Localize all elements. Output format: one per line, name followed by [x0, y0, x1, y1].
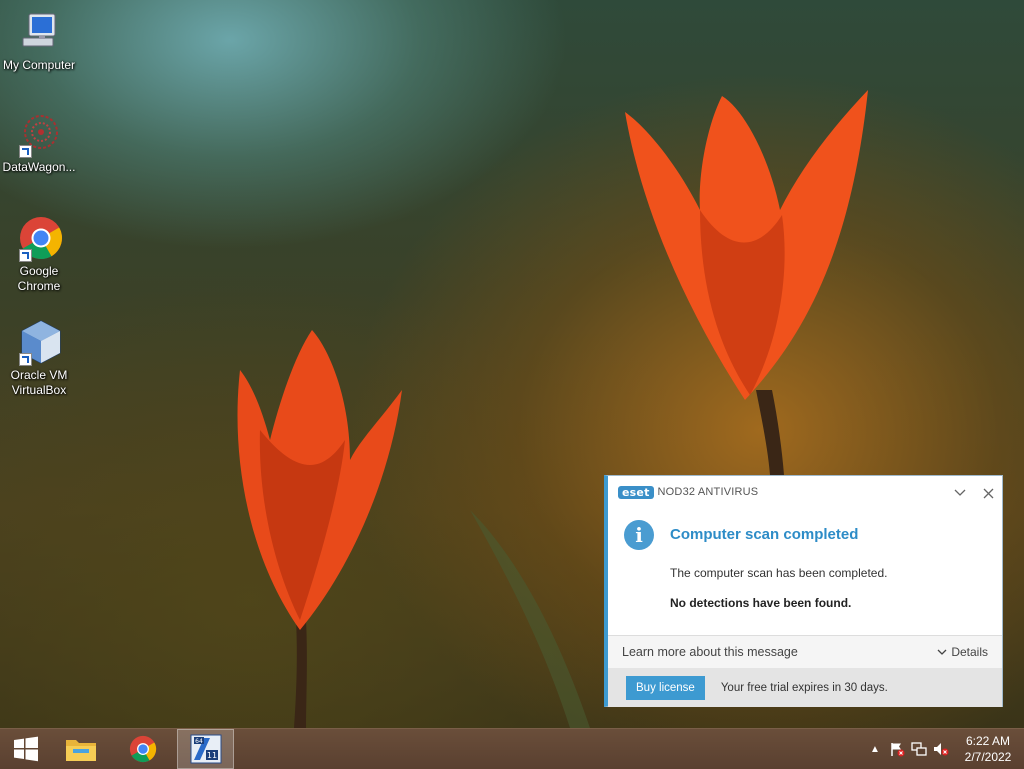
desktop-icon-label: My Computer: [2, 58, 76, 72]
notification-footer: Buy license Your free trial expires in 3…: [608, 668, 1002, 707]
trial-text: Your free trial expires in 30 days.: [720, 681, 888, 694]
volume-muted-icon: [934, 743, 949, 756]
notification-message: The computer scan has been completed.: [670, 566, 888, 580]
desktop-icon-label-line2: Chrome: [17, 279, 61, 293]
learn-more-link[interactable]: Learn more about this message: [622, 645, 798, 659]
computer-icon: [15, 8, 63, 56]
shortcut-arrow-icon: [19, 353, 32, 366]
desktop-icon-label-line2: VirtualBox: [11, 383, 67, 397]
virtualbox-icon: [15, 318, 63, 366]
taskbar-file-explorer[interactable]: [55, 729, 107, 769]
system-tray: ▲ 6:22 AM 2/7/2022: [864, 729, 1024, 769]
action-center-flag[interactable]: [886, 729, 908, 769]
volume-control[interactable]: [930, 729, 952, 769]
flag-error-icon: [891, 743, 905, 757]
taskbar-google-chrome[interactable]: [117, 729, 169, 769]
svg-text:11: 11: [206, 751, 216, 760]
desktop-icon-label-line1: Oracle VM: [10, 368, 68, 382]
chrome-icon: [129, 735, 157, 763]
notification-body: i Computer scan completed The computer s…: [608, 508, 1002, 635]
desktop-icon-my-computer[interactable]: My Computer: [0, 8, 78, 73]
info-icon: i: [624, 520, 654, 550]
notification-header: eset NOD32 ANTIVIRUS: [608, 476, 1002, 508]
buy-license-button[interactable]: Buy license: [626, 675, 705, 700]
start-button[interactable]: [0, 729, 52, 769]
eset-logo: eset: [618, 485, 654, 499]
chevron-down-icon: [954, 489, 966, 497]
desktop-icon-label-line1: Google: [19, 264, 59, 278]
details-toggle[interactable]: Details: [937, 645, 988, 659]
svg-text:64: 64: [195, 738, 203, 745]
desktop-icon-google-chrome[interactable]: Google Chrome: [0, 214, 78, 294]
notification-title: Computer scan completed: [670, 526, 859, 543]
notification-result: No detections have been found.: [670, 596, 852, 610]
chrome-icon: [15, 214, 63, 262]
details-label: Details: [951, 645, 988, 659]
cpu-z-icon: 64 11: [190, 734, 221, 764]
taskbar-clock[interactable]: 6:22 AM 2/7/2022: [952, 733, 1024, 765]
network-status[interactable]: [908, 729, 930, 769]
minimize-button[interactable]: [946, 476, 974, 508]
datawagon-icon: [15, 110, 63, 158]
folder-icon: [66, 740, 96, 761]
clock-date: 2/7/2022: [964, 750, 1012, 764]
shortcut-arrow-icon: [19, 145, 32, 158]
taskbar: 64 11 ▲ 6:22 AM 2/7/2022: [0, 728, 1024, 769]
product-name: NOD32 ANTIVIRUS: [657, 486, 759, 498]
shortcut-arrow-icon: [19, 249, 32, 262]
desktop-icon-virtualbox[interactable]: Oracle VM VirtualBox: [0, 318, 78, 398]
clock-time: 6:22 AM: [965, 734, 1011, 748]
desktop-icon-label: DataWagon...: [2, 160, 76, 174]
chevron-up-icon: ▲: [870, 743, 880, 755]
close-button[interactable]: [974, 476, 1002, 508]
show-hidden-icons-button[interactable]: ▲: [864, 729, 886, 769]
network-icon: [911, 742, 927, 756]
learn-more-bar: Learn more about this message Details: [608, 635, 1002, 668]
chevron-down-icon: [937, 649, 947, 655]
desktop-icon-datawagon[interactable]: DataWagon...: [0, 110, 78, 175]
eset-notification: eset NOD32 ANTIVIRUS i Computer scan com…: [604, 475, 1003, 707]
close-icon: [983, 488, 993, 499]
taskbar-cpu-z-64[interactable]: 64 11: [177, 729, 234, 769]
windows-logo-icon: [14, 736, 38, 762]
